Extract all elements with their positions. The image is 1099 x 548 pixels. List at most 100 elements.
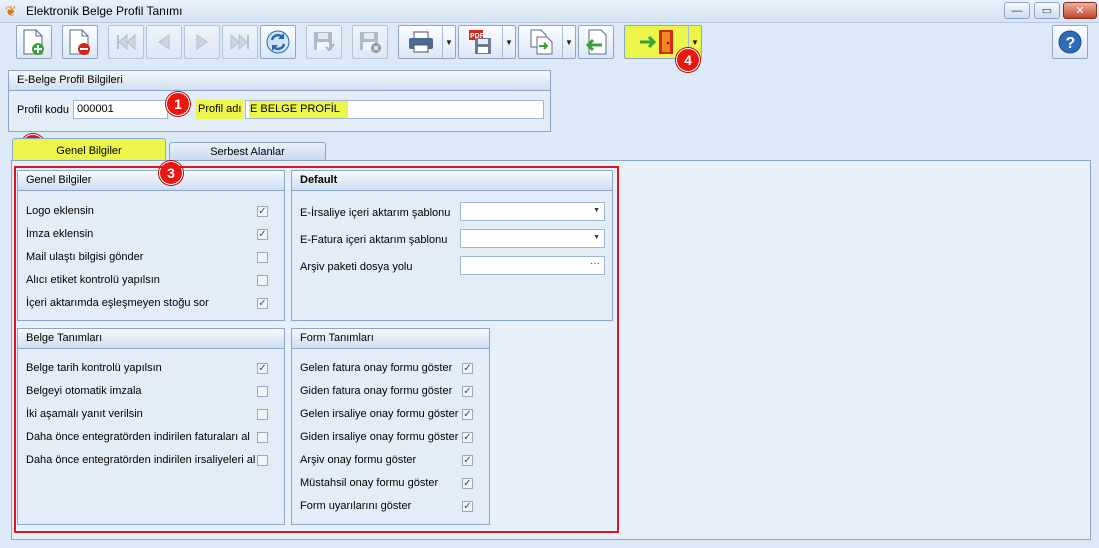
fetch-waybills-label: Daha önce entegratörden indirilen irsali… (26, 454, 256, 466)
tab-genel-bilgiler[interactable]: Genel Bilgiler (12, 138, 166, 160)
profile-code-field[interactable]: 000001 (73, 100, 168, 119)
tab-serbest-alanlar[interactable]: Serbest Alanlar (169, 142, 326, 160)
auto-sign-label: Belgeyi otomatik imzala (26, 385, 142, 397)
profile-name-field[interactable]: E BELGE PROFİL (245, 100, 544, 119)
signature-checkbox[interactable]: ✓ (257, 229, 268, 240)
transfer-icon (530, 29, 553, 55)
profile-name-value: E BELGE PROFİL (249, 101, 348, 118)
date-check-label: Belge tarih kontrolü yapılsın (26, 362, 162, 374)
print-button[interactable]: ▼ (398, 25, 456, 59)
next-record-button[interactable] (184, 25, 220, 59)
unmatched-stock-label: İçeri aktarımda eşleşmeyen stoğu sor (26, 297, 209, 309)
new-document-icon (23, 29, 44, 55)
delete-document-icon (69, 29, 90, 55)
form-warnings-label: Form uyarılarını göster (300, 500, 412, 512)
form-warnings-checkbox[interactable]: ✓ (462, 501, 473, 512)
irsaliye-template-select[interactable]: ▼ (460, 202, 605, 221)
printer-icon (409, 31, 433, 53)
producer-form-label: Müstahsil onay formu göster (300, 477, 439, 489)
archive-path-field[interactable]: ··· (460, 256, 605, 275)
minimize-button[interactable]: — (1004, 2, 1030, 19)
transfer-dropdown-arrow[interactable]: ▼ (562, 26, 575, 58)
receiver-tag-checkbox[interactable] (257, 275, 268, 286)
logo-checkbox[interactable]: ✓ (257, 206, 268, 217)
fetch-invoices-checkbox[interactable] (257, 432, 268, 443)
callout-badge-1: 1 (166, 92, 190, 116)
signature-label: İmza eklensin (26, 228, 94, 240)
default-group: Default E-İrsaliye içeri aktarım şablonu… (291, 170, 613, 321)
incoming-waybill-form-checkbox[interactable]: ✓ (462, 409, 473, 420)
first-record-button[interactable] (108, 25, 144, 59)
butterfly-logo-icon: ❦ (5, 3, 17, 19)
fatura-template-label: E-Fatura içeri aktarım şablonu (300, 234, 448, 246)
archive-form-checkbox[interactable]: ✓ (462, 455, 473, 466)
general-info-title: Genel Bilgiler (18, 171, 284, 191)
receiver-tag-label: Alıcı etiket kontrolü yapılsın (26, 274, 160, 286)
maximize-button[interactable]: ▭ (1034, 2, 1060, 19)
pdf-export-icon: PDF (469, 30, 491, 54)
fetch-invoices-label: Daha önce entegratörden indirilen fatura… (26, 431, 250, 443)
profile-info-group: E-Belge Profil Bilgileri Profil kodu 000… (8, 70, 551, 132)
profile-code-label: Profil kodu (17, 104, 69, 116)
toolbar: ▼ PDF ▼ ▼ ▼ (0, 22, 1099, 66)
form-definitions-group: Form Tanımları Gelen fatura onay formu g… (291, 328, 490, 525)
mail-notify-checkbox[interactable] (257, 252, 268, 263)
first-record-icon (117, 33, 136, 51)
irsaliye-template-label: E-İrsaliye içeri aktarım şablonu (300, 207, 451, 219)
back-arrow-icon (585, 29, 607, 55)
fatura-template-select[interactable]: ▼ (460, 229, 605, 248)
help-icon: ? (1058, 30, 1082, 54)
refresh-icon (266, 30, 290, 54)
two-stage-reply-checkbox[interactable] (257, 409, 268, 420)
window-title: Elektronik Belge Profil Tanımı (26, 4, 183, 18)
two-stage-reply-label: İki aşamalı yanıt verilsin (26, 408, 143, 420)
exit-door-icon (640, 30, 673, 54)
auto-sign-checkbox[interactable] (257, 386, 268, 397)
last-record-button[interactable] (222, 25, 258, 59)
new-button[interactable] (16, 25, 52, 59)
unmatched-stock-checkbox[interactable]: ✓ (257, 298, 268, 309)
form-definitions-title: Form Tanımları (292, 329, 489, 349)
svg-text:?: ? (1066, 35, 1076, 52)
previous-record-button[interactable] (146, 25, 182, 59)
logo-label: Logo eklensin (26, 205, 94, 217)
date-check-checkbox[interactable]: ✓ (257, 363, 268, 374)
back-button[interactable] (578, 25, 614, 59)
fetch-waybills-checkbox[interactable] (257, 455, 268, 466)
archive-form-label: Arşiv onay formu göster (300, 454, 417, 466)
save-button[interactable] (306, 25, 342, 59)
callout-badge-4: 4 (676, 48, 700, 72)
save-close-button[interactable] (352, 25, 388, 59)
outgoing-invoice-form-checkbox[interactable]: ✓ (462, 386, 473, 397)
incoming-invoice-form-label: Gelen fatura onay formu göster (300, 362, 453, 374)
profile-info-title: E-Belge Profil Bilgileri (9, 71, 550, 91)
next-record-icon (196, 34, 208, 50)
transfer-button[interactable]: ▼ (518, 25, 576, 59)
incoming-invoice-form-checkbox[interactable]: ✓ (462, 363, 473, 374)
save-close-icon (360, 32, 381, 53)
print-dropdown-arrow[interactable]: ▼ (442, 26, 455, 58)
default-title: Default (292, 171, 612, 191)
outgoing-waybill-form-label: Giden irsaliye onay formu göster (300, 431, 459, 443)
mail-notify-label: Mail ulaştı bilgisi gönder (26, 251, 144, 263)
callout-badge-3: 3 (159, 161, 183, 185)
outgoing-waybill-form-checkbox[interactable]: ✓ (462, 432, 473, 443)
export-dropdown-arrow[interactable]: ▼ (502, 26, 515, 58)
refresh-button[interactable] (260, 25, 296, 59)
archive-path-label: Arşiv paketi dosya yolu (300, 261, 413, 273)
save-icon (314, 32, 335, 52)
outgoing-invoice-form-label: Giden fatura onay formu göster (300, 385, 453, 397)
last-record-icon (230, 33, 249, 51)
document-definitions-title: Belge Tanımları (18, 329, 284, 349)
delete-button[interactable] (62, 25, 98, 59)
chevron-down-icon: ▼ (593, 234, 600, 241)
close-button[interactable]: ✕ (1063, 2, 1097, 19)
general-info-group: Genel Bilgiler Logo eklensin ✓ İmza ekle… (17, 170, 285, 321)
chevron-down-icon: ▼ (593, 207, 600, 214)
export-pdf-button[interactable]: PDF ▼ (458, 25, 516, 59)
browse-ellipsis-icon[interactable]: ··· (590, 258, 600, 269)
incoming-waybill-form-label: Gelen irsaliye onay formu göster (300, 408, 459, 420)
producer-form-checkbox[interactable]: ✓ (462, 478, 473, 489)
previous-record-icon (158, 34, 170, 50)
help-button[interactable]: ? (1052, 25, 1088, 59)
